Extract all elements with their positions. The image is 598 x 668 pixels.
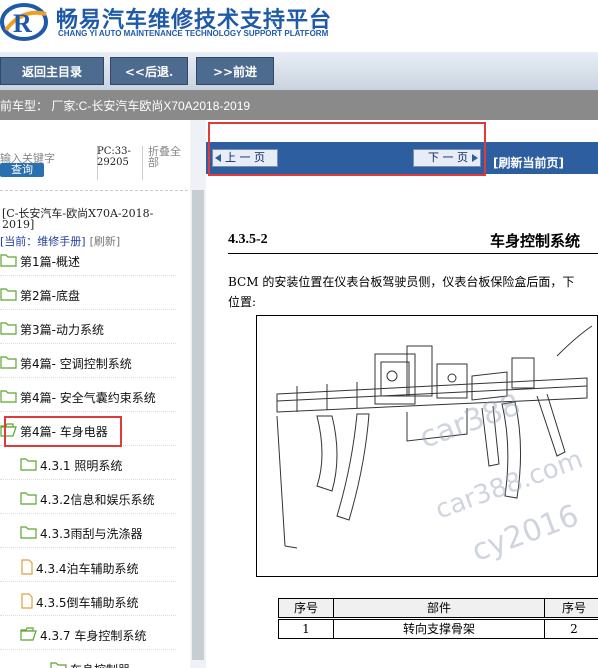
divider: [0, 309, 176, 310]
tree-item[interactable]: 第4篇- 空调控制系统: [0, 355, 132, 373]
brand-subtitle: CHANG YI AUTO MAINTENANCE TECHNOLOGY SUP…: [58, 29, 329, 38]
folder-icon: [50, 661, 68, 668]
tree-item-label: 第4篇- 安全气囊约束系统: [20, 391, 156, 405]
divider: [142, 146, 143, 180]
scrollbar-thumb[interactable]: [192, 190, 204, 660]
divider: [0, 615, 176, 616]
divider: [0, 275, 176, 276]
logo-icon: R: [0, 3, 48, 41]
tree-item[interactable]: 第4篇- 安全气囊约束系统: [0, 389, 156, 407]
tree-item[interactable]: 4.3.2信息和娱乐系统: [20, 491, 155, 509]
forward-button[interactable]: >>前进: [196, 57, 274, 85]
tree-item-label: 4.3.7 车身控制系统: [40, 629, 147, 643]
table-cell: 1: [278, 619, 334, 639]
folder-icon: [0, 321, 18, 340]
tree-item-label: 车身控制器: [70, 663, 130, 668]
divider: [228, 253, 598, 254]
tree-item[interactable]: 4.3.5倒车辅助系统: [20, 593, 139, 611]
tree-item-label: 4.3.3雨刮与洗涤器: [40, 527, 143, 541]
parts-table: 序号 部件 序号 1 转向支撑骨架 2: [278, 598, 598, 642]
divider: [0, 581, 176, 582]
folder-icon: [20, 457, 38, 476]
current-manual-label[interactable]: [当前：维修手册]: [0, 235, 86, 248]
tree-item[interactable]: 第2篇-底盘: [0, 287, 80, 305]
body-paragraph: BCM 的安装位置在仪表台板驾驶员侧，仪表台板保险盒后面，下 位置:: [228, 272, 598, 312]
nav-bar: 返回主目录 <<后退. >>前进: [0, 52, 598, 90]
document-icon: [20, 559, 34, 580]
tree-item-label: 第2篇-底盘: [20, 289, 80, 303]
collapse-all-button[interactable]: 折叠全部: [148, 146, 188, 168]
back-button[interactable]: <<后退.: [110, 57, 188, 85]
folder-icon: [0, 389, 18, 408]
folder-open-icon: [20, 627, 38, 646]
search-button[interactable]: 查询: [0, 163, 44, 177]
divider: [0, 513, 176, 514]
tree-item[interactable]: 4.3.4泊车辅助系统: [20, 559, 139, 577]
model-label: 前车型： 厂家:C-长安汽车欧尚X70A2018-2019: [0, 99, 251, 113]
tree-item[interactable]: 第1篇-概述: [0, 253, 80, 271]
tree-item[interactable]: 车身控制器: [50, 661, 130, 668]
model-bar: 前车型： 厂家:C-长安汽车欧尚X70A2018-2019: [0, 90, 598, 120]
tree-item-label: 第1篇-概述: [20, 255, 80, 269]
divider: [0, 411, 176, 412]
tree-item-label: 第4篇- 空调控制系统: [20, 357, 132, 371]
table-header: 部件: [333, 598, 545, 618]
folder-icon: [20, 491, 38, 510]
section-number: 4.3.5-2: [228, 232, 268, 247]
refresh-link[interactable]: [刷新]: [90, 235, 121, 248]
tree-item[interactable]: 4.3.1 照明系统: [20, 457, 122, 475]
app-header: R 畅易汽车维修技术支持平台 CHANG YI AUTO MAINTENANCE…: [0, 0, 598, 52]
document-icon: [20, 593, 34, 614]
divider: [0, 649, 176, 650]
refresh-page-button[interactable]: [刷新当前页]: [493, 154, 564, 171]
folder-icon: [0, 253, 18, 272]
tree-item-label: 4.3.4泊车辅助系统: [36, 562, 139, 576]
table-cell: 转向支撑骨架: [333, 619, 545, 639]
highlight-box: [4, 416, 122, 447]
highlight-box: [208, 122, 486, 176]
table-header: 序号: [278, 598, 334, 618]
table-cell: 2: [544, 619, 598, 639]
divider: [0, 479, 176, 480]
divider: [0, 547, 176, 548]
paragraph-line: 位置:: [228, 295, 257, 309]
svg-text:R: R: [13, 9, 32, 38]
tree-item[interactable]: 4.3.7 车身控制系统: [20, 627, 146, 645]
tree-root[interactable]: [C-长安汽车-欧尚X70A-2018-2019]: [2, 208, 162, 230]
divider: [0, 343, 176, 344]
tree-current: [当前：维修手册] [刷新]: [0, 233, 120, 249]
tree-item-label: 4.3.5倒车辅助系统: [36, 596, 139, 610]
divider: [0, 377, 176, 378]
folder-icon: [0, 287, 18, 306]
folder-icon: [20, 525, 38, 544]
folder-icon: [0, 355, 18, 374]
tree-item-label: 4.3.1 照明系统: [40, 459, 123, 473]
divider: [0, 190, 188, 191]
paragraph-line: BCM 的安装位置在仪表台板驾驶员侧，仪表台板保险盒后面，下: [228, 275, 575, 289]
tree-item-label: 4.3.2信息和娱乐系统: [40, 493, 155, 507]
table-header: 序号: [544, 598, 598, 618]
pc-label: PC:33-29205: [97, 146, 131, 168]
tree-item[interactable]: 第3篇-动力系统: [0, 321, 104, 339]
tree-item[interactable]: 4.3.3雨刮与洗涤器: [20, 525, 143, 543]
home-button[interactable]: 返回主目录: [0, 57, 104, 85]
section-title: 车身控制系统: [490, 232, 581, 250]
tree-item-label: 第3篇-动力系统: [20, 323, 104, 337]
app-root: R 畅易汽车维修技术支持平台 CHANG YI AUTO MAINTENANCE…: [0, 0, 598, 668]
